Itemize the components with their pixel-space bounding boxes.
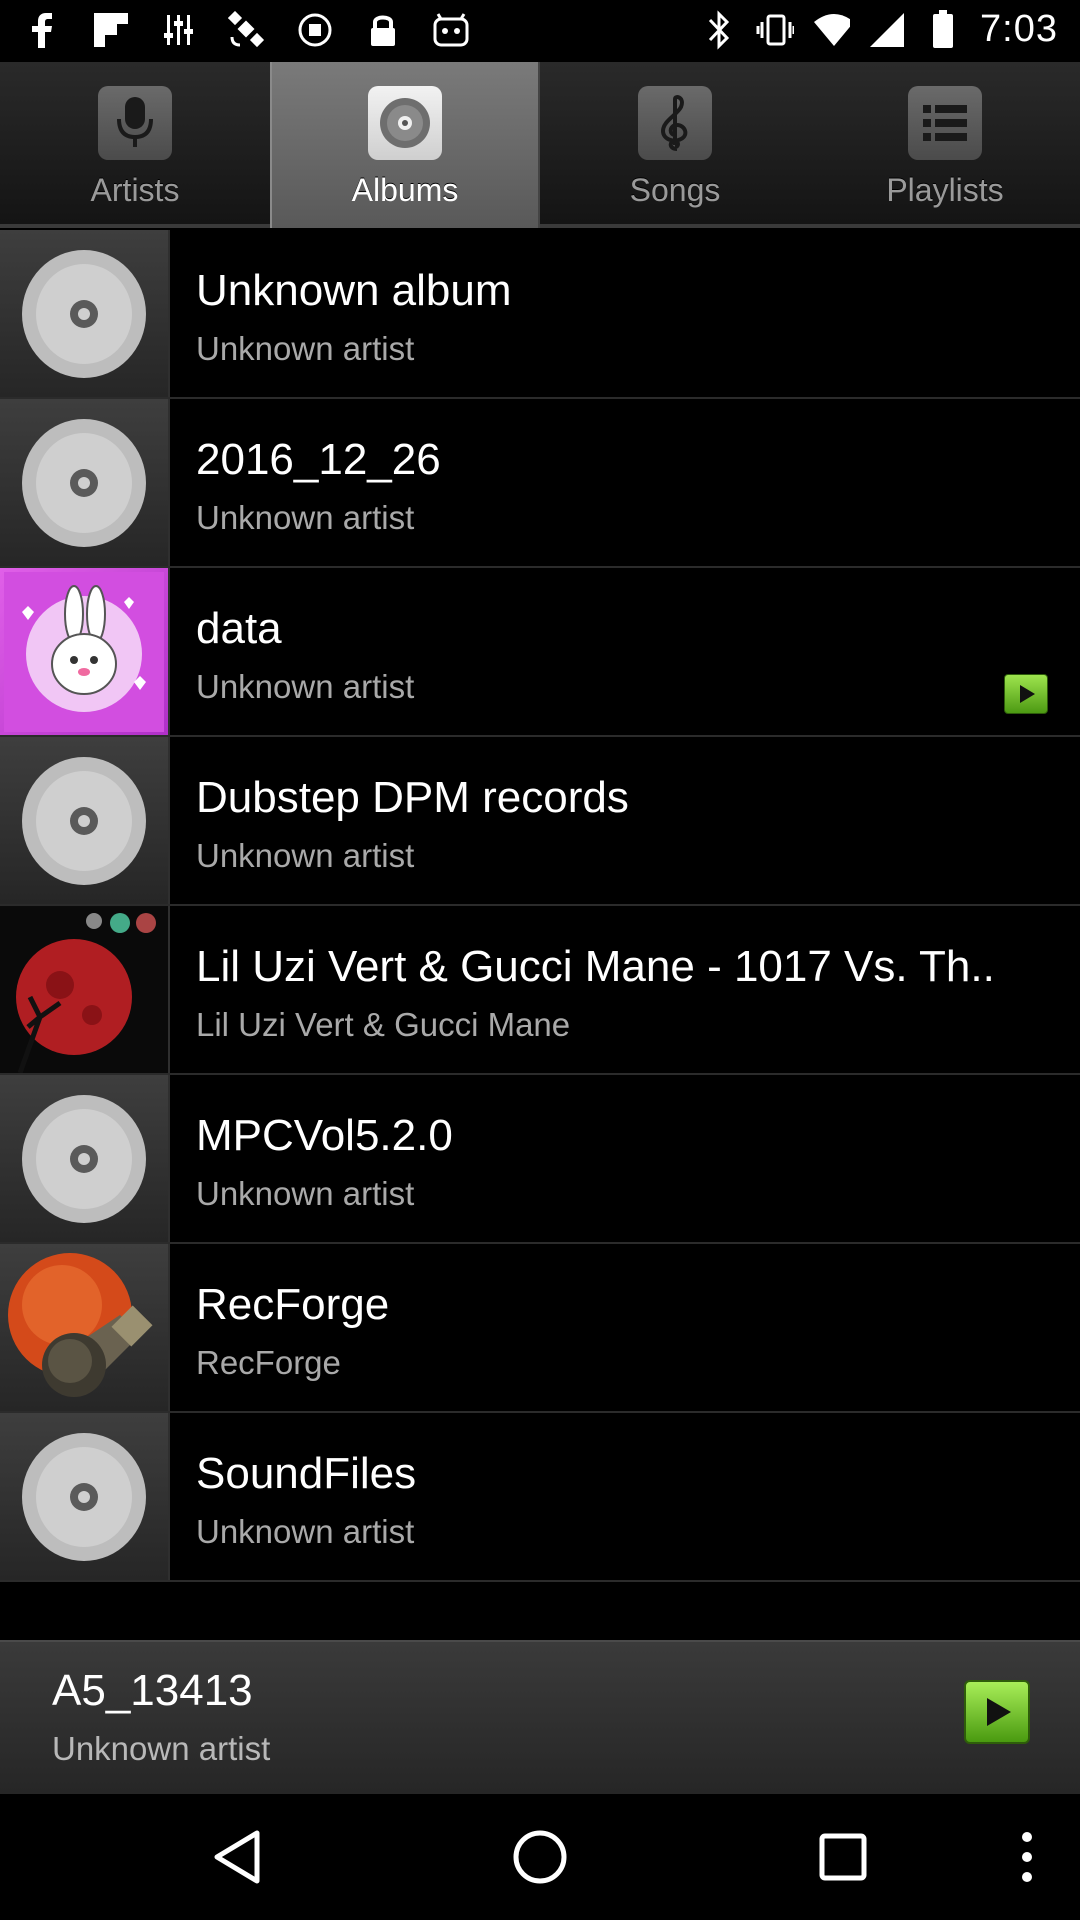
status-notification-icons xyxy=(24,10,470,50)
now-playing-artist: Unknown artist xyxy=(52,1730,271,1767)
circle-stop-icon xyxy=(296,10,334,50)
album-title: SoundFiles xyxy=(196,1449,417,1498)
album-row[interactable]: 2016_12_26 Unknown artist xyxy=(0,399,1080,568)
album-title: Unknown album xyxy=(196,266,512,315)
lock-icon xyxy=(364,10,402,50)
now-playing-title: A5_13413 xyxy=(52,1666,253,1715)
album-artist: Unknown artist xyxy=(196,1513,415,1550)
album-row[interactable]: MPCVol5.2.0 Unknown artist xyxy=(0,1075,1080,1244)
album-title: MPCVol5.2.0 xyxy=(196,1111,453,1160)
album-title: data xyxy=(196,604,282,653)
disc-placeholder-icon xyxy=(0,399,170,566)
play-button[interactable] xyxy=(964,1680,1030,1744)
album-artist: RecForge xyxy=(196,1344,341,1381)
album-art-red-moon xyxy=(0,906,170,1073)
album-row[interactable]: Unknown album Unknown artist xyxy=(0,230,1080,399)
signal-icon xyxy=(868,10,906,50)
album-artist: Unknown artist xyxy=(196,499,415,536)
tab-artists-label: Artists xyxy=(90,172,180,208)
facebook-icon xyxy=(24,10,62,50)
status-system-icons: 7:03 xyxy=(700,8,1058,51)
album-list: Unknown album Unknown artist 2016_12_26 … xyxy=(0,230,1080,1582)
album-row[interactable]: Dubstep DPM records Unknown artist xyxy=(0,737,1080,906)
clock: 7:03 xyxy=(980,8,1058,50)
album-title: 2016_12_26 xyxy=(196,435,441,484)
now-playing-bar[interactable]: A5_13413 Unknown artist xyxy=(0,1640,1080,1794)
flipboard-icon xyxy=(92,10,130,50)
album-title: RecForge xyxy=(196,1280,390,1329)
recents-button[interactable] xyxy=(808,1822,878,1892)
tab-albums-label: Albums xyxy=(351,172,459,208)
android-icon xyxy=(432,10,470,50)
tab-playlists[interactable]: Playlists xyxy=(810,62,1080,228)
wifi-icon xyxy=(812,10,851,50)
album-artist: Unknown artist xyxy=(196,668,415,705)
tab-songs-label: Songs xyxy=(629,172,721,208)
album-row[interactable]: Lil Uzi Vert & Gucci Mane - 1017 Vs. Th.… xyxy=(0,906,1080,1075)
tab-artists[interactable]: Artists xyxy=(0,62,270,228)
overflow-menu-button[interactable] xyxy=(992,1822,1062,1892)
disc-placeholder-icon xyxy=(0,737,170,904)
recents-icon xyxy=(819,1833,867,1881)
album-row[interactable]: SoundFiles Unknown artist xyxy=(0,1413,1080,1582)
album-row[interactable]: data Unknown artist xyxy=(0,568,1080,737)
equalizer-icon xyxy=(160,10,198,50)
more-vertical-icon xyxy=(1022,1832,1032,1882)
album-artist: Unknown artist xyxy=(196,1175,415,1212)
bluetooth-icon xyxy=(700,9,738,50)
microphone-icon xyxy=(98,86,172,160)
tab-songs[interactable]: Songs xyxy=(540,62,810,228)
list-icon xyxy=(908,86,982,160)
now-playing-indicator-icon xyxy=(1004,674,1048,714)
album-art-bunny xyxy=(0,568,170,735)
disc-placeholder-icon xyxy=(0,230,170,397)
disc-placeholder-icon xyxy=(0,1413,170,1580)
treble-clef-icon xyxy=(638,86,712,160)
album-art-recforge xyxy=(0,1244,170,1411)
library-tabs: Artists Albums Songs Playlists xyxy=(0,62,1080,228)
back-icon xyxy=(214,1830,260,1884)
album-artist: Lil Uzi Vert & Gucci Mane xyxy=(196,1006,571,1043)
home-icon xyxy=(513,1830,567,1884)
satellite-icon xyxy=(228,10,266,50)
tab-albums[interactable]: Albums xyxy=(270,62,540,228)
album-title: Lil Uzi Vert & Gucci Mane - 1017 Vs. Th.… xyxy=(196,942,995,991)
navigation-bar xyxy=(0,1794,1080,1920)
battery-icon xyxy=(924,9,962,50)
album-title: Dubstep DPM records xyxy=(196,773,629,822)
album-artist: Unknown artist xyxy=(196,837,415,874)
play-icon xyxy=(987,1698,1011,1726)
tab-playlists-label: Playlists xyxy=(886,172,1004,208)
album-row[interactable]: RecForge RecForge xyxy=(0,1244,1080,1413)
disc-icon xyxy=(368,86,442,160)
status-bar: 7:03 xyxy=(0,0,1080,62)
back-button[interactable] xyxy=(202,1822,272,1892)
album-artist: Unknown artist xyxy=(196,330,415,367)
disc-placeholder-icon xyxy=(0,1075,170,1242)
vibrate-icon xyxy=(756,10,795,50)
home-button[interactable] xyxy=(505,1822,575,1892)
